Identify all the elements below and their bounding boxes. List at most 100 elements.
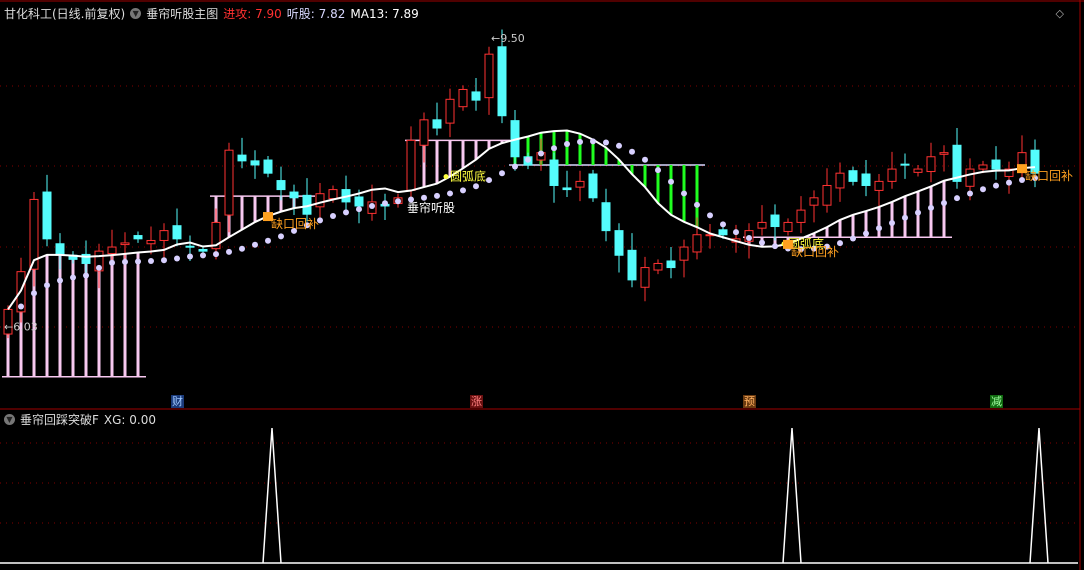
listen-dot bbox=[564, 141, 570, 148]
listen-dot bbox=[135, 258, 141, 265]
listen-dot bbox=[889, 219, 895, 226]
zone-bar bbox=[71, 255, 75, 377]
listen-value: 7.82 bbox=[318, 7, 346, 21]
zone-bar bbox=[45, 254, 49, 377]
listen-dot bbox=[876, 225, 882, 232]
candle-up bbox=[835, 172, 845, 189]
candle-up bbox=[419, 119, 429, 146]
listen-dot bbox=[460, 187, 466, 194]
candle-down bbox=[627, 249, 637, 281]
stock-title: 甘化科工(日线.前复权) bbox=[4, 7, 126, 21]
candle-up bbox=[653, 262, 663, 271]
listen-dot bbox=[681, 190, 687, 197]
candle-up bbox=[445, 98, 455, 124]
diamond-icon[interactable]: ◇ bbox=[1056, 7, 1064, 20]
candle-down bbox=[991, 159, 1001, 170]
candle-down bbox=[900, 163, 910, 166]
zone-bar bbox=[942, 180, 946, 238]
listen-dot bbox=[551, 145, 557, 152]
listen-dot bbox=[772, 243, 778, 250]
candle-down bbox=[588, 173, 598, 199]
zone-bar bbox=[578, 133, 582, 165]
candle-down bbox=[471, 91, 481, 101]
xg-value: 0.00 bbox=[129, 412, 157, 427]
gap-fill-label: 缺口回补 bbox=[271, 216, 319, 231]
listen-dot bbox=[161, 257, 167, 264]
listen-dot bbox=[382, 200, 388, 207]
listen-dot bbox=[278, 233, 284, 240]
listen-dot bbox=[447, 190, 453, 197]
candle-down bbox=[354, 196, 364, 207]
candle-up bbox=[809, 197, 819, 206]
zone-bar bbox=[58, 254, 62, 377]
candle-up bbox=[939, 152, 949, 155]
candle-down bbox=[55, 243, 65, 256]
listen-dot bbox=[434, 192, 440, 199]
listen-dot bbox=[499, 170, 505, 177]
listen-dot bbox=[187, 253, 193, 260]
listen-dot bbox=[252, 241, 258, 248]
candle-up bbox=[887, 168, 897, 182]
candle-down bbox=[718, 229, 728, 236]
candle-up bbox=[328, 189, 338, 200]
arc-bottom-label: 圆弧底 bbox=[450, 169, 486, 184]
listen-dot bbox=[980, 186, 986, 193]
listen-dot bbox=[733, 229, 739, 236]
listen-dot bbox=[369, 203, 375, 210]
annotation-label: 垂帘听股 bbox=[407, 200, 455, 215]
candle-up bbox=[978, 164, 988, 170]
ma13-line bbox=[7, 129, 1036, 310]
candle-up bbox=[679, 246, 689, 261]
chevron-down-icon[interactable]: ▼ bbox=[130, 8, 142, 19]
listen-dot bbox=[83, 272, 89, 279]
listen-dot bbox=[915, 209, 921, 216]
candle-up bbox=[796, 209, 806, 223]
indicator-name[interactable]: 垂帘听股主图 bbox=[146, 5, 218, 22]
zone-bar bbox=[877, 206, 881, 238]
listen-dot bbox=[239, 245, 245, 252]
listen-dot bbox=[525, 156, 531, 163]
event-marker[interactable]: 财 bbox=[171, 395, 184, 408]
candle-down bbox=[172, 225, 182, 240]
chevron-down-icon[interactable]: ▼ bbox=[4, 414, 15, 425]
listen-dot bbox=[31, 290, 37, 297]
event-marker[interactable]: 涨 bbox=[470, 395, 483, 408]
event-marker[interactable]: 减 bbox=[990, 395, 1003, 408]
candle-down bbox=[848, 170, 858, 182]
candle-down bbox=[666, 260, 676, 269]
candle-down bbox=[432, 119, 442, 129]
listen-dot bbox=[486, 177, 492, 184]
candle-down bbox=[263, 159, 273, 174]
zone-bar bbox=[253, 196, 257, 223]
candle-up bbox=[406, 139, 416, 191]
listen-dot bbox=[57, 277, 63, 284]
zone-bar bbox=[123, 253, 127, 377]
candle-down bbox=[42, 191, 52, 240]
sub-indicator-name[interactable]: 垂帘回踩突破F bbox=[20, 411, 99, 428]
attack-value: 7.90 bbox=[255, 7, 282, 21]
listen-dot bbox=[70, 274, 76, 281]
zone-bar bbox=[604, 147, 608, 165]
price-label: ←6.03 bbox=[4, 321, 38, 334]
xg-spike bbox=[782, 427, 802, 564]
listen-dot bbox=[928, 204, 934, 211]
listen-dot bbox=[694, 201, 700, 208]
listen-dot bbox=[720, 221, 726, 228]
candle-down bbox=[861, 173, 871, 186]
candle-up bbox=[965, 168, 975, 187]
candle-up bbox=[575, 180, 585, 188]
candle-up bbox=[874, 180, 884, 191]
zone-bar bbox=[565, 130, 569, 165]
candle-down bbox=[133, 235, 143, 240]
listen-dot bbox=[473, 183, 479, 190]
candle-up bbox=[783, 221, 793, 232]
stock-chart-window: ←6.03 ←9.50 缺口回补 圆弧底 圆弧底 缺口回补 缺口回补 垂帘听股 甘化科工(日线… bbox=[0, 0, 1084, 570]
listen-dot bbox=[603, 139, 609, 146]
listen-dot bbox=[538, 150, 544, 157]
chart-canvas[interactable]: ←6.03←9.50缺口回补圆弧底圆弧底缺口回补缺口回补垂帘听股 bbox=[0, 0, 1084, 570]
listen-dot bbox=[668, 178, 674, 185]
zone-bar bbox=[929, 186, 933, 238]
event-marker[interactable]: 预 bbox=[743, 395, 756, 408]
attack-label: 进攻: bbox=[223, 7, 252, 21]
arc-bottom-dot bbox=[443, 174, 449, 180]
